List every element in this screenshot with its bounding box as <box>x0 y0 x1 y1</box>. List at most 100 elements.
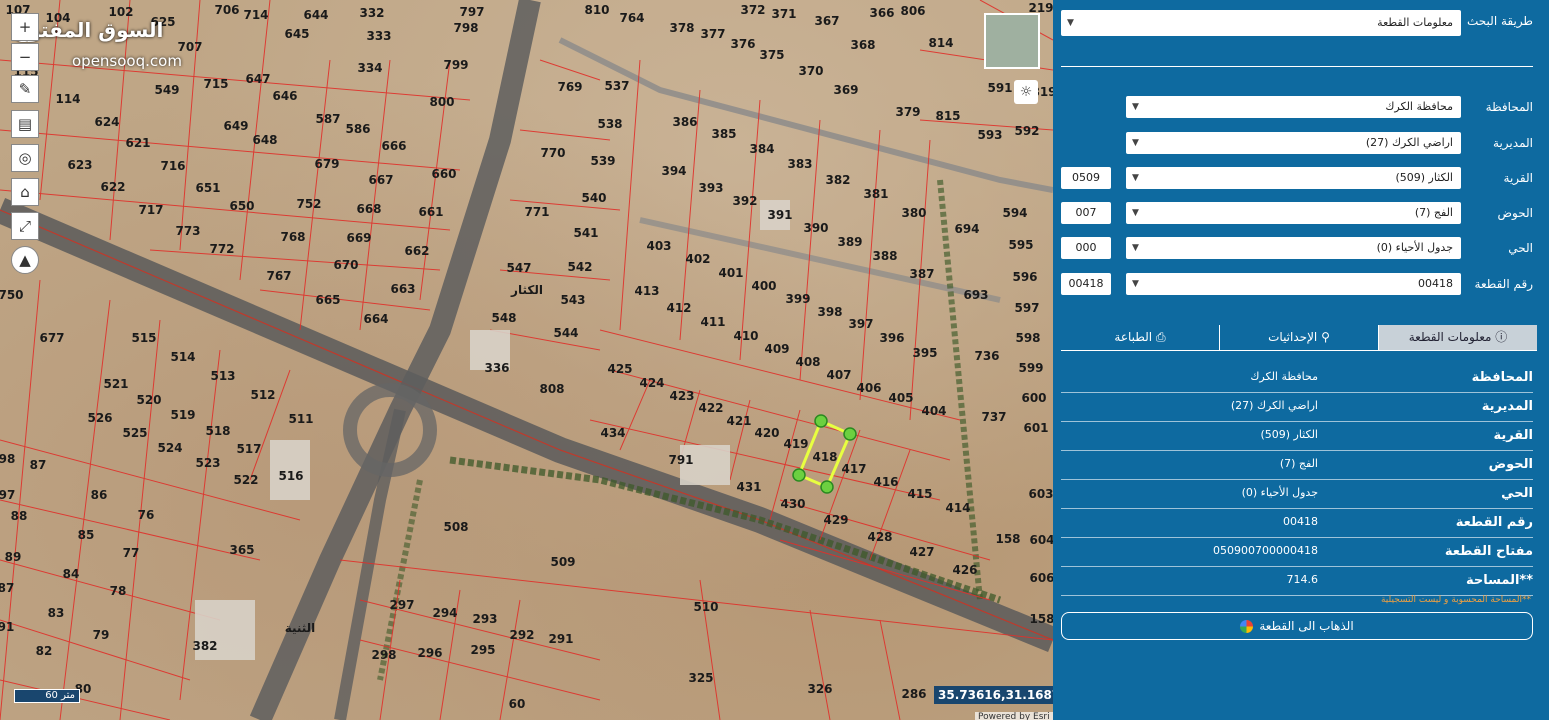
parcel-number-label[interactable]: 420 <box>754 426 779 440</box>
parcel-number-label[interactable]: 291 <box>548 632 573 646</box>
parcel-number-label[interactable]: 646 <box>272 89 297 103</box>
parcel-number-label[interactable]: 773 <box>175 224 200 238</box>
parcel-number-label[interactable]: 598 <box>1015 331 1040 345</box>
parcel-number-label[interactable]: 508 <box>443 520 468 534</box>
map-attribution[interactable]: Powered by Esri <box>975 712 1053 720</box>
village-select[interactable]: الكثار (509) ▼ <box>1126 167 1461 189</box>
parcel-number-label[interactable]: 77 <box>123 546 140 560</box>
parcel-number-label[interactable]: 426 <box>952 563 977 577</box>
parcel-number-label[interactable]: 89 <box>5 550 22 564</box>
basemap-thumbnail[interactable] <box>984 13 1040 69</box>
parcel-number-label[interactable]: 293 <box>472 612 497 626</box>
parcel-number-label[interactable]: 513 <box>210 369 235 383</box>
parcel-number-label[interactable]: 768 <box>280 230 305 244</box>
parcel-number-label[interactable]: 587 <box>315 112 340 126</box>
parcel-number-label[interactable]: 717 <box>138 203 163 217</box>
basin-select[interactable]: الفج (7) ▼ <box>1126 202 1461 224</box>
parcel-number-label[interactable]: 76 <box>138 508 155 522</box>
parcel-number-label[interactable]: 537 <box>604 79 629 93</box>
parcel-number-label[interactable]: 399 <box>785 292 810 306</box>
tab-parcel-info[interactable]: ⓘ معلومات القطعة <box>1378 325 1537 350</box>
parcel-number-label[interactable]: 82 <box>36 644 53 658</box>
parcel-number-label[interactable]: 547 <box>506 261 531 275</box>
parcel-number-label[interactable]: 412 <box>666 301 691 315</box>
parcel-number-label[interactable]: 510 <box>693 600 718 614</box>
parcel-number-label[interactable]: 593 <box>977 128 1002 142</box>
parcel-number-label[interactable]: 799 <box>443 58 468 72</box>
parcel-number-label[interactable]: 622 <box>100 180 125 194</box>
parcel-number-label[interactable]: 526 <box>87 411 112 425</box>
parcel-number-label[interactable]: 645 <box>284 27 309 41</box>
parcel-number-label[interactable]: 297 <box>389 598 414 612</box>
parcel-number-label[interactable]: 669 <box>346 231 371 245</box>
parcel-number-label[interactable]: 586 <box>345 122 370 136</box>
parcel-number-label[interactable]: 772 <box>209 242 234 256</box>
parcel-number-label[interactable]: 286 <box>901 687 926 701</box>
parcel-number-label[interactable]: 542 <box>567 260 592 274</box>
parcel-number-label[interactable]: 158 <box>995 532 1020 546</box>
parcel-number-label[interactable]: 591 <box>987 81 1012 95</box>
parcel-number-label[interactable]: 519 <box>170 408 195 422</box>
parcel-number-label[interactable]: 662 <box>404 244 429 258</box>
governorate-select[interactable]: محافظة الكرك ▼ <box>1126 96 1461 118</box>
parcel-number-label[interactable]: 670 <box>333 258 358 272</box>
parcel-number-label[interactable]: 413 <box>634 284 659 298</box>
parcel-number-label[interactable]: 60 <box>509 697 526 711</box>
parcel-number-label[interactable]: 544 <box>553 326 578 340</box>
parcel-number-label[interactable]: 415 <box>907 487 932 501</box>
parcel-number-label[interactable]: 716 <box>160 159 185 173</box>
parcel-number-label[interactable]: 389 <box>837 235 862 249</box>
parcel-number-label[interactable]: 79 <box>93 628 110 642</box>
zoom-in-button[interactable]: + <box>11 13 39 41</box>
parcel-number-label[interactable]: 295 <box>470 643 495 657</box>
parcel-number-label[interactable]: 408 <box>795 355 820 369</box>
parcel-number-label[interactable]: 808 <box>539 382 564 396</box>
parcel-number-label[interactable]: 518 <box>205 424 230 438</box>
parcel-number-label[interactable]: 395 <box>912 346 937 360</box>
parcel-number-label[interactable]: 388 <box>872 249 897 263</box>
parcel-number-label[interactable]: 411 <box>700 315 725 329</box>
home-button[interactable]: ⌂ <box>11 178 39 206</box>
parcel-number-label[interactable]: 418 <box>812 450 837 464</box>
parcel-number-label[interactable]: 644 <box>303 8 328 22</box>
parcel-number-label[interactable]: 601 <box>1023 421 1048 435</box>
parcel-number-label[interactable]: 660 <box>431 167 456 181</box>
parcel-number-label[interactable]: 767 <box>266 269 291 283</box>
parcel-number-label[interactable]: 623 <box>67 158 92 172</box>
parcel-number-label[interactable]: 114 <box>55 92 80 106</box>
parcel-number-label[interactable]: 379 <box>895 105 920 119</box>
zoom-out-button[interactable]: − <box>11 43 39 71</box>
directorate-select[interactable]: اراضي الكرك (27) ▼ <box>1126 132 1461 154</box>
draw-button[interactable]: ✎ <box>11 75 39 103</box>
parcel-number-label[interactable]: 372 <box>740 3 765 17</box>
parcel-number-label[interactable]: 509 <box>550 555 575 569</box>
parcel-number-label[interactable]: 539 <box>590 154 615 168</box>
parcel-number-label[interactable]: 425 <box>607 362 632 376</box>
parcel-number-label[interactable]: 549 <box>154 83 179 97</box>
search-method-select[interactable]: معلومات القطعة ▼ <box>1061 10 1461 36</box>
parcel-number-label[interactable]: 603 <box>1028 487 1053 501</box>
parcel-number-label[interactable]: 367 <box>814 14 839 28</box>
parcel-number-label[interactable]: 410 <box>733 329 758 343</box>
parcel-number-label[interactable]: 421 <box>726 414 751 428</box>
parcel-number-label[interactable]: 334 <box>357 61 382 75</box>
parcel-number-label[interactable]: 806 <box>900 4 925 18</box>
parcel-number-label[interactable]: 429 <box>823 513 848 527</box>
parcel-number-label[interactable]: 403 <box>646 239 671 253</box>
brightness-button[interactable]: ☼ <box>1014 80 1038 104</box>
parcel-number-label[interactable]: 798 <box>453 21 478 35</box>
parcel-number-label[interactable]: 414 <box>945 501 970 515</box>
parcel-number-label[interactable]: 594 <box>1002 206 1027 220</box>
parcel-number-label[interactable]: 85 <box>78 528 95 542</box>
parcel-number-label[interactable]: 523 <box>195 456 220 470</box>
parcel-number-label[interactable]: 98 <box>0 452 15 466</box>
parcel-number-label[interactable]: 87 <box>30 458 47 472</box>
parcel-number-label[interactable]: 661 <box>418 205 443 219</box>
parcel-number-label[interactable]: 514 <box>170 350 195 364</box>
parcel-number-label[interactable]: 600 <box>1021 391 1046 405</box>
parcel-number-label[interactable]: 383 <box>787 157 812 171</box>
parcel-number-label[interactable]: 391 <box>767 208 792 222</box>
parcel-number-label[interactable]: 405 <box>888 391 913 405</box>
parcel-number-label[interactable]: 525 <box>122 426 147 440</box>
parcel-number-label[interactable]: 512 <box>250 388 275 402</box>
